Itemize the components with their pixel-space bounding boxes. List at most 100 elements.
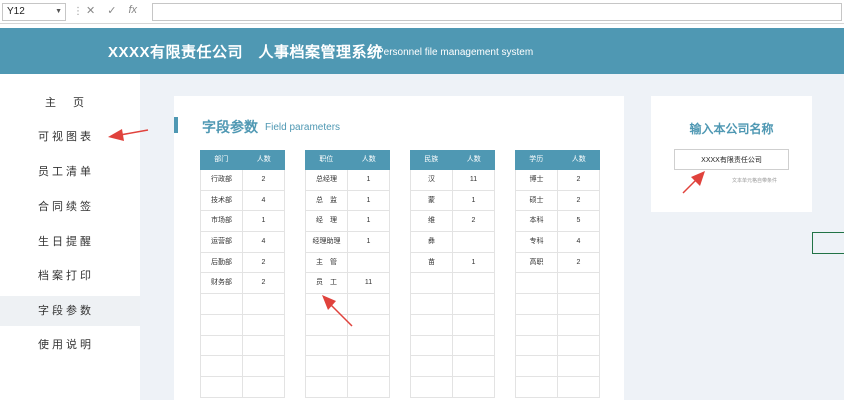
table-cell[interactable]: 本科 [516,211,558,232]
cancel-icon[interactable]: ✕ [86,4,95,17]
table-cell[interactable]: 4 [243,191,284,211]
table-row[interactable] [200,314,285,336]
table-row[interactable]: 后勤部 2 [200,252,285,274]
table-cell[interactable]: 1 [243,211,284,231]
table-row[interactable]: 蒙1 [410,190,495,212]
table-cell[interactable]: 经 理 [306,211,348,232]
table-cell[interactable] [516,273,558,294]
table-row[interactable] [515,294,600,315]
table-cell[interactable]: 经理助理 [306,232,348,252]
table-cell[interactable] [516,314,558,335]
table-cell[interactable] [453,232,494,252]
table-row[interactable]: 维2 [410,211,495,233]
sidebar-item-birthday-reminder[interactable]: 生日提醒 [0,227,140,257]
sidebar-item-file-print[interactable]: 档案打印 [0,261,140,291]
table-row[interactable] [410,335,495,357]
table-cell[interactable] [201,314,243,335]
table-row[interactable] [410,314,495,336]
sidebar-item-instructions[interactable]: 使用说明 [0,330,140,360]
table-cell[interactable] [558,356,599,376]
table-row[interactable] [305,335,390,357]
table-row[interactable] [200,294,285,315]
sidebar-item-charts[interactable]: 可视图表 [0,122,140,152]
table-row[interactable]: 苗1 [410,252,495,274]
table-row[interactable] [410,273,495,295]
table-cell[interactable]: 2 [558,253,599,273]
table-row[interactable]: 本科 5 [515,211,600,233]
table-cell[interactable] [453,356,494,376]
table-cell[interactable]: 4 [558,232,599,252]
table-cell[interactable] [201,376,243,397]
table-row[interactable]: 硕士 2 [515,190,600,212]
table-cell[interactable]: 5 [558,211,599,231]
table-cell[interactable]: 2 [243,170,284,190]
function-icon[interactable]: fx [128,4,137,17]
table-cell[interactable] [516,335,558,356]
table-row[interactable]: 专科 4 [515,232,600,253]
table-row[interactable] [200,376,285,398]
table-row[interactable] [305,314,390,336]
table-cell[interactable]: 总 监 [306,190,348,211]
sidebar-item-field-parameters[interactable]: 字段参数 [0,296,140,326]
table-cell[interactable] [558,294,599,314]
table-row[interactable]: 主 管 [305,252,390,274]
table-cell[interactable] [306,335,348,356]
table-cell[interactable] [411,294,453,314]
table-row[interactable] [410,294,495,315]
selected-cell[interactable] [812,232,844,254]
table-row[interactable] [515,314,600,336]
table-cell[interactable]: 市场部 [201,211,243,232]
table-cell[interactable] [558,377,599,397]
table-cell[interactable] [453,273,494,293]
table-row[interactable] [410,376,495,398]
table-cell[interactable]: 11 [453,170,494,190]
table-cell[interactable] [411,273,453,294]
table-row[interactable] [515,335,600,357]
table-cell[interactable]: 运营部 [201,232,243,252]
table-cell[interactable]: 2 [243,273,284,293]
table-row[interactable]: 技术部 4 [200,190,285,212]
table-cell[interactable]: 苗 [411,252,453,273]
table-cell[interactable] [453,294,494,314]
chevron-down-icon[interactable]: ▼ [55,4,62,20]
table-row[interactable]: 总经理 1 [305,170,390,191]
table-row[interactable] [200,356,285,377]
table-cell[interactable]: 主 管 [306,252,348,273]
table-cell[interactable]: 彝 [411,232,453,252]
table-row[interactable] [410,356,495,377]
table-row[interactable]: 汉 11 [410,170,495,191]
table-row[interactable]: 运营部 4 [200,232,285,253]
table-cell[interactable]: 2 [453,211,494,231]
table-cell[interactable] [201,294,243,314]
table-cell[interactable]: 硕士 [516,190,558,211]
table-cell[interactable] [558,315,599,335]
table-row[interactable] [305,376,390,398]
table-row[interactable]: 彝 [410,232,495,253]
table-cell[interactable] [411,335,453,356]
table-cell[interactable] [348,294,389,314]
table-row[interactable]: 市场部 1 [200,211,285,233]
table-cell[interactable]: 1 [348,191,389,211]
table-cell[interactable] [348,336,389,356]
table-cell[interactable]: 蒙 [411,190,453,211]
table-cell[interactable] [243,356,284,376]
table-cell[interactable]: 11 [348,273,389,293]
table-cell[interactable]: 员 工 [306,273,348,294]
table-cell[interactable]: 后勤部 [201,252,243,273]
table-row[interactable]: 高职 2 [515,252,600,274]
table-row[interactable]: 总 监1 [305,190,390,212]
table-row[interactable] [515,273,600,295]
table-cell[interactable] [201,356,243,376]
table-cell[interactable]: 技术部 [201,190,243,211]
table-cell[interactable]: 2 [558,170,599,190]
table-row[interactable] [200,335,285,357]
table-cell[interactable] [306,376,348,397]
table-row[interactable]: 经 理1 [305,211,390,233]
table-cell[interactable] [306,356,348,376]
table-row[interactable]: 员 工 11 [305,273,390,295]
table-cell[interactable] [306,294,348,314]
sidebar-item-employee-list[interactable]: 员工清单 [0,157,140,187]
table-cell[interactable] [516,356,558,376]
table-cell[interactable]: 1 [453,191,494,211]
table-row[interactable]: 博士 2 [515,170,600,191]
